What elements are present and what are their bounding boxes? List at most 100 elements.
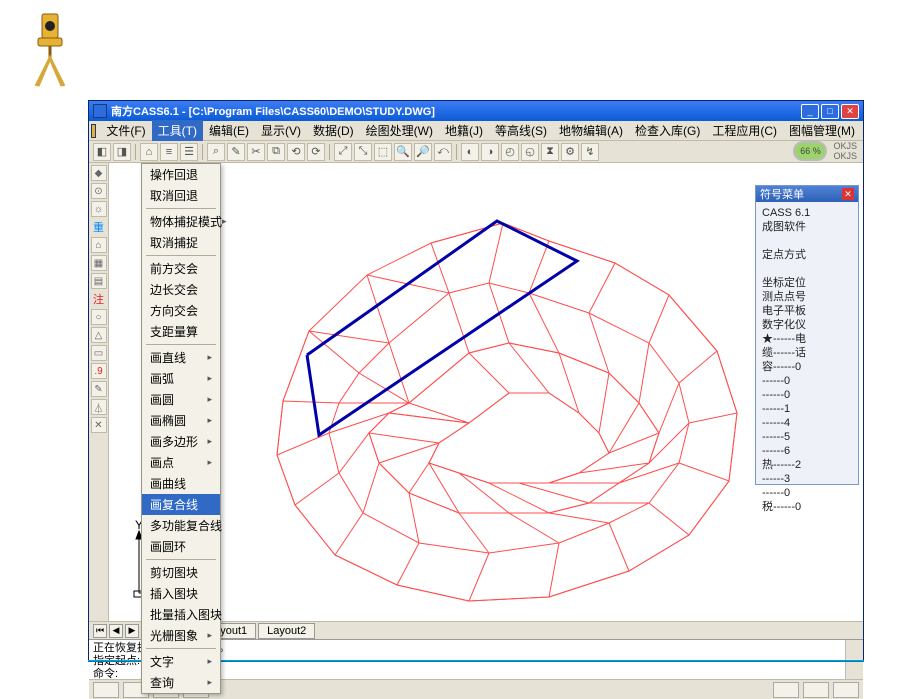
menu-edit2[interactable]: 地物编辑(A)	[553, 120, 629, 141]
ltool-icon[interactable]: ○	[91, 309, 107, 325]
menu-item-取消捕捉[interactable]: 取消捕捉	[142, 232, 220, 253]
tab-next[interactable]: ▶	[125, 624, 139, 638]
window-controls: _ □ ✕	[801, 104, 859, 119]
menu-item-画圆[interactable]: 画圆▸	[142, 389, 220, 410]
tool-icon[interactable]: ◨	[113, 143, 131, 161]
tab-layout2[interactable]: Layout2	[258, 623, 315, 639]
app-small-icon	[91, 124, 96, 138]
menu-item-画圆环[interactable]: 画圆环	[142, 536, 220, 557]
menu-item-光栅图象[interactable]: 光栅图象▸	[142, 625, 220, 646]
zoom-in-icon[interactable]: 🔍	[394, 143, 412, 161]
minimize-button[interactable]: _	[801, 104, 819, 119]
menu-item-方向交会[interactable]: 方向交会	[142, 300, 220, 321]
tool-icon[interactable]: ⚙	[561, 143, 579, 161]
tool-icon[interactable]: ◐	[461, 143, 479, 161]
ltool-icon[interactable]: ▭	[91, 345, 107, 361]
ltool-icon[interactable]: .9	[91, 363, 107, 379]
tool-icon[interactable]: ⤡	[354, 143, 372, 161]
drawing-canvas[interactable]: X Y	[109, 163, 863, 621]
tool-dropdown: 操作回退取消回退物体捕捉模式▸取消捕捉前方交会边长交会方向交会支距量算画直线▸画…	[141, 163, 221, 694]
tool-icon[interactable]: ◧	[93, 143, 111, 161]
zoom-out-icon[interactable]: 🔎	[414, 143, 432, 161]
ltool-icon[interactable]: ✕	[91, 417, 107, 433]
ltool-icon[interactable]: ▦	[91, 255, 107, 271]
tool-icon[interactable]: ◑	[481, 143, 499, 161]
survey-instrument-illustration	[20, 8, 80, 88]
menu-sheet[interactable]: 图幅管理(M)	[783, 120, 861, 141]
tool-icon[interactable]: ⌂	[140, 143, 158, 161]
menu-eng[interactable]: 工程应用(C)	[706, 120, 783, 141]
left-label-b: 注	[93, 291, 104, 307]
tool-icon[interactable]: ⤢	[334, 143, 352, 161]
status-pct: 66 %	[793, 141, 827, 161]
menu-item-画复合线[interactable]: 画复合线	[142, 494, 220, 515]
left-label-a: 重	[93, 219, 104, 235]
menu-item-边长交会[interactable]: 边长交会	[142, 279, 220, 300]
menu-item-文字[interactable]: 文字▸	[142, 651, 220, 672]
ltool-icon[interactable]: ⌂	[91, 237, 107, 253]
status-okjs-1: OKJS	[833, 141, 857, 151]
right-panel-body: CASS 6.1成图软件 定点方式 坐标定位测点点号电子平板数字化仪★-----…	[756, 202, 858, 518]
close-button[interactable]: ✕	[841, 104, 859, 119]
menu-terrain[interactable]: 地籍(J)	[439, 120, 489, 141]
status-okjs-2: OKJS	[833, 151, 857, 161]
ltool-icon[interactable]: ▤	[91, 273, 107, 289]
menu-check[interactable]: 检查入库(G)	[629, 120, 706, 141]
tool-icon[interactable]: ⤺	[434, 143, 452, 161]
ltool-icon[interactable]: ◆	[91, 165, 107, 181]
menu-item-画弧[interactable]: 画弧▸	[142, 368, 220, 389]
tool-icon[interactable]: ≡	[160, 143, 178, 161]
tool-icon[interactable]: ⟲	[287, 143, 305, 161]
workarea: ◆ ⊙ ☼ 重 ⌂ ▦ ▤ 注 ○ △ ▭ .9 ✎ ⏃ ✕	[89, 163, 863, 621]
ltool-icon[interactable]: △	[91, 327, 107, 343]
toolbar: ◧ ◨ ⌂ ≡ ☰ /* many toolbar buttons drawn …	[89, 141, 863, 163]
right-panel[interactable]: 符号菜单 ✕ CASS 6.1成图软件 定点方式 坐标定位测点点号电子平板数字化…	[755, 185, 859, 485]
menu-contour[interactable]: 等高线(S)	[489, 120, 553, 141]
menu-item-多功能复合线[interactable]: 多功能复合线	[142, 515, 220, 536]
menu-item-画多边形[interactable]: 画多边形▸	[142, 431, 220, 452]
menu-view[interactable]: 显示(V)	[255, 120, 307, 141]
menu-file[interactable]: 文件(F)	[100, 120, 151, 141]
menu-item-支距量算[interactable]: 支距量算	[142, 321, 220, 342]
app-window: 南方CASS6.1 - [C:\Program Files\CASS60\DEM…	[88, 100, 864, 660]
right-panel-title: 符号菜单	[760, 186, 804, 202]
menu-item-物体捕捉模式[interactable]: 物体捕捉模式▸	[142, 211, 220, 232]
tab-first[interactable]: ⏮	[93, 624, 107, 638]
tool-icon[interactable]: ◵	[521, 143, 539, 161]
tool-icon[interactable]: ✂	[247, 143, 265, 161]
ltool-icon[interactable]: ⏃	[91, 399, 107, 415]
menu-item-插入图块[interactable]: 插入图块	[142, 583, 220, 604]
tool-icon[interactable]: ◴	[501, 143, 519, 161]
left-toolbar: ◆ ⊙ ☼ 重 ⌂ ▦ ▤ 注 ○ △ ▭ .9 ✎ ⏃ ✕	[89, 163, 109, 621]
ltool-icon[interactable]: ✎	[91, 381, 107, 397]
menu-tool[interactable]: 工具(T)	[152, 120, 203, 141]
tool-icon[interactable]: ✎	[227, 143, 245, 161]
menu-item-画点[interactable]: 画点▸	[142, 452, 220, 473]
tool-icon[interactable]: ⧗	[541, 143, 559, 161]
app-icon	[93, 104, 107, 118]
tool-icon[interactable]: ☰	[180, 143, 198, 161]
ltool-icon[interactable]: ☼	[91, 201, 107, 217]
tool-icon[interactable]: ⬚	[374, 143, 392, 161]
menu-item-画直线[interactable]: 画直线▸	[142, 347, 220, 368]
menu-item-剪切图块[interactable]: 剪切图块	[142, 562, 220, 583]
titlebar: 南方CASS6.1 - [C:\Program Files\CASS60\DEM…	[89, 101, 863, 121]
tool-icon[interactable]: ⌕	[207, 143, 225, 161]
menu-item-操作回退[interactable]: 操作回退	[142, 164, 220, 185]
menu-item-取消回退[interactable]: 取消回退	[142, 185, 220, 206]
maximize-button[interactable]: □	[821, 104, 839, 119]
menu-item-画曲线[interactable]: 画曲线	[142, 473, 220, 494]
menu-item-批量插入图块[interactable]: 批量插入图块	[142, 604, 220, 625]
menu-item-画椭圆[interactable]: 画椭圆▸	[142, 410, 220, 431]
menu-edit[interactable]: 编辑(E)	[203, 120, 255, 141]
tool-icon[interactable]: ⟳	[307, 143, 325, 161]
tool-icon[interactable]: ↯	[581, 143, 599, 161]
tool-icon[interactable]: ⧉	[267, 143, 285, 161]
menu-data[interactable]: 数据(D)	[307, 120, 360, 141]
tab-prev[interactable]: ◀	[109, 624, 123, 638]
menu-item-前方交会[interactable]: 前方交会	[142, 258, 220, 279]
right-panel-close[interactable]: ✕	[842, 188, 854, 200]
window-title: 南方CASS6.1 - [C:\Program Files\CASS60\DEM…	[111, 103, 801, 119]
ltool-icon[interactable]: ⊙	[91, 183, 107, 199]
menu-draw[interactable]: 绘图处理(W)	[360, 120, 439, 141]
